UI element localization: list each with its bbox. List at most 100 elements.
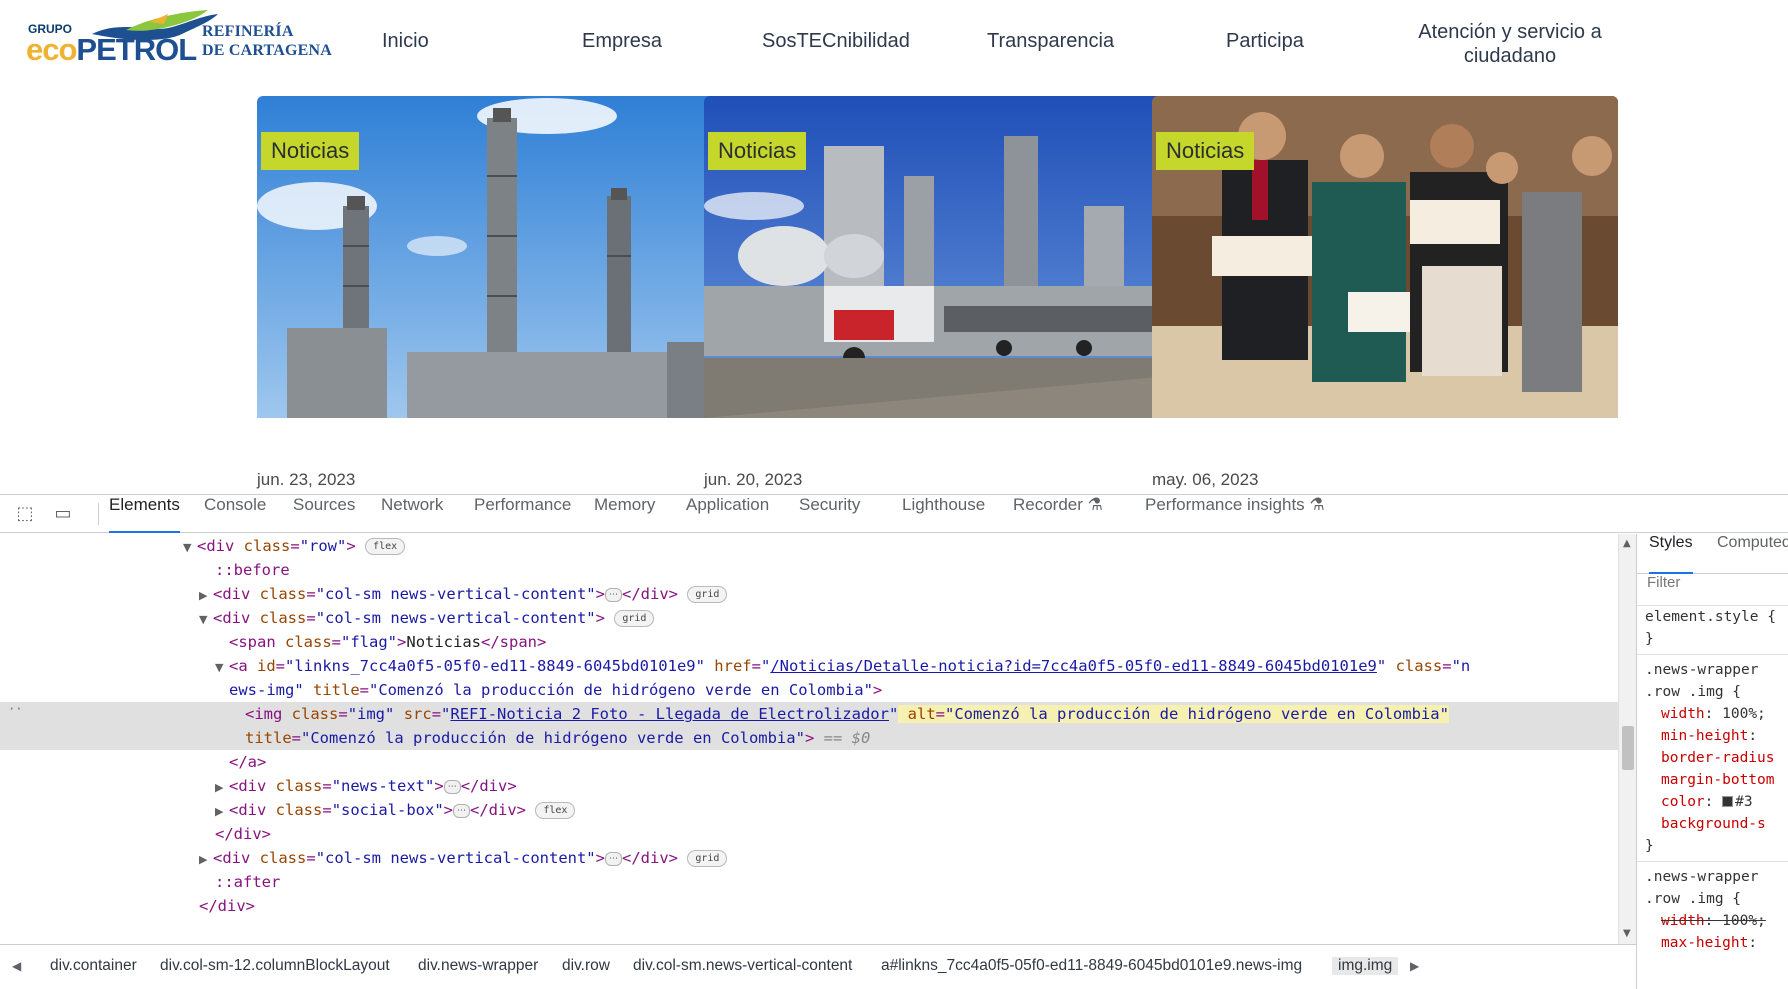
grid-badge[interactable]: grid: [687, 586, 728, 603]
tabbar-divider: [98, 503, 99, 525]
flask-icon: ⚗: [1309, 495, 1325, 514]
expand-triangle-icon[interactable]: ▼: [183, 536, 197, 560]
dom-node-img-selected[interactable]: ·· <img class="img" src="REFI-Noticia 2 F…: [0, 702, 1618, 726]
breadcrumb-item[interactable]: div.col-sm-12.columnBlockLayout: [160, 957, 390, 975]
dom-node-news-text[interactable]: ▶ <div class="news-text"> ⋯ </div>: [0, 774, 1618, 798]
rule-selector[interactable]: .news-wrapper: [1637, 866, 1788, 888]
ellipsis-badge[interactable]: ⋯: [443, 780, 461, 794]
expand-triangle-icon[interactable]: ▶: [199, 584, 213, 608]
tab-security[interactable]: Security: [799, 495, 860, 533]
breadcrumb-item[interactable]: div.news-wrapper: [418, 957, 538, 975]
news-card: Noticias may. 06, 2023: [1152, 96, 1618, 489]
css-prop-value[interactable]: 100%;: [1722, 913, 1766, 929]
dom-node-close-div[interactable]: </div>: [0, 894, 1618, 918]
scroll-thumb[interactable]: [1622, 726, 1634, 770]
nav-transparencia[interactable]: Transparencia: [987, 30, 1114, 53]
breadcrumb-right-arrow-icon[interactable]: ▶: [1410, 959, 1419, 973]
tab-memory[interactable]: Memory: [594, 495, 655, 533]
href-link[interactable]: /Noticias/Detalle-noticia?id=7cc4a0f5-05…: [770, 657, 1377, 675]
dom-node-anchor-cont[interactable]: ews-img" title="Comenzó la producción de…: [0, 678, 1618, 702]
rule-close-brace: }: [1645, 631, 1654, 647]
tab-network[interactable]: Network: [381, 495, 443, 533]
device-toolbar-icon[interactable]: ▭: [52, 504, 74, 524]
tab-recorder[interactable]: Recorder ⚗: [1013, 495, 1103, 533]
tab-console[interactable]: Console: [204, 495, 266, 533]
css-property[interactable]: min-height:: [1637, 725, 1788, 747]
css-rules: element.style { } .news-wrapper .row .im…: [1637, 606, 1788, 954]
breadcrumb-item[interactable]: div.col-sm.news-vertical-content: [633, 957, 852, 975]
expand-triangle-icon[interactable]: ▶: [215, 800, 229, 824]
expand-triangle-icon[interactable]: ▼: [199, 608, 213, 632]
nav-empresa[interactable]: Empresa: [582, 30, 662, 53]
css-property[interactable]: max-height:: [1637, 932, 1788, 954]
pseudo-before[interactable]: ::before: [0, 558, 1618, 582]
flex-badge[interactable]: flex: [365, 538, 406, 555]
expand-triangle-icon[interactable]: ▼: [215, 656, 229, 680]
scroll-down-arrow-icon[interactable]: ▼: [1623, 928, 1631, 939]
dom-node-row[interactable]: ▼ <div class="row"> flex: [0, 534, 1618, 558]
tab-lighthouse[interactable]: Lighthouse: [902, 495, 985, 533]
rule-selector[interactable]: .news-wrapper: [1637, 659, 1788, 681]
dom-node-expanded[interactable]: ▼ <div class="col-sm news-vertical-conten…: [0, 606, 1618, 630]
expand-triangle-icon[interactable]: ▶: [215, 776, 229, 800]
breadcrumb-item-current[interactable]: img.img: [1332, 957, 1399, 975]
nav-inicio[interactable]: Inicio: [382, 30, 429, 53]
dom-node-collapsed[interactable]: ▶ <div class="col-sm news-vertical-conten…: [0, 582, 1618, 606]
dom-node-anchor[interactable]: ▼ <a id="linkns_7cc4a0f5-05f0-ed11-8849-6…: [0, 654, 1618, 678]
dom-node-span[interactable]: <span class="flag">Noticias</span>: [0, 630, 1618, 654]
flex-badge[interactable]: flex: [535, 802, 576, 819]
tab-performance-insights-label: Performance insights: [1145, 495, 1305, 514]
tab-elements[interactable]: Elements: [109, 495, 180, 533]
css-property[interactable]: width: 100%;: [1637, 703, 1788, 725]
ellipsis-badge[interactable]: ⋯: [605, 588, 622, 602]
css-property[interactable]: border-radius: [1637, 747, 1788, 769]
css-property-overridden[interactable]: width: 100%;: [1637, 910, 1788, 932]
breadcrumb-item[interactable]: div.row: [562, 957, 610, 975]
nav-sostecnibilidad[interactable]: SosTECnibilidad: [762, 30, 910, 53]
pseudo-after[interactable]: ::after: [0, 870, 1618, 894]
rule-selector[interactable]: .row .img {: [1637, 681, 1788, 703]
news-date: may. 06, 2023: [1152, 470, 1259, 489]
tab-performance[interactable]: Performance: [474, 495, 571, 533]
color-swatch-icon[interactable]: [1722, 796, 1734, 807]
tab-sources[interactable]: Sources: [293, 495, 355, 533]
styles-tabbar: Styles Computed: [1637, 534, 1788, 574]
alt-value: "Comenzó la producción de hidrógeno verd…: [945, 705, 1449, 723]
tab-performance-insights[interactable]: Performance insights ⚗: [1145, 495, 1325, 533]
tab-styles[interactable]: Styles: [1649, 534, 1693, 574]
tab-computed[interactable]: Computed: [1717, 534, 1788, 574]
selected-marker: == $0: [823, 729, 871, 747]
element-style-selector[interactable]: element.style {: [1637, 606, 1788, 628]
breadcrumb-item[interactable]: div.container: [50, 957, 137, 975]
css-prop-value[interactable]: 100%;: [1722, 706, 1766, 722]
ellipsis-badge[interactable]: ⋯: [453, 804, 471, 818]
dom-node-collapsed[interactable]: ▶ <div class="col-sm news-vertical-conten…: [0, 846, 1618, 870]
grid-badge[interactable]: grid: [687, 850, 728, 867]
dom-node-close-a[interactable]: </a>: [0, 750, 1618, 774]
css-prop-value[interactable]: #3: [1735, 794, 1752, 810]
tab-application[interactable]: Application: [686, 495, 769, 533]
nav-participa[interactable]: Participa: [1226, 30, 1304, 53]
ellipsis-badge[interactable]: ⋯: [605, 852, 622, 866]
rule-selector[interactable]: .row .img {: [1637, 888, 1788, 910]
attr-value: "Comenzó la producción de hidrógeno verd…: [301, 729, 805, 747]
css-property[interactable]: margin-bottom: [1637, 769, 1788, 791]
dom-node-social-box[interactable]: ▶ <div class="social-box"> ⋯ </div> flex: [0, 798, 1618, 822]
grid-badge[interactable]: grid: [614, 610, 655, 627]
scroll-up-arrow-icon[interactable]: ▲: [1623, 538, 1631, 549]
inspect-element-icon[interactable]: ⬚: [14, 504, 36, 524]
styles-filter-input[interactable]: Filter: [1637, 574, 1788, 606]
expand-triangle-icon[interactable]: ▶: [199, 848, 213, 872]
src-link[interactable]: REFI-Noticia 2 Foto - Llegada de Electro…: [450, 705, 889, 723]
dom-tree[interactable]: ▼ <div class="row"> flex ::before ▶ <div c…: [0, 534, 1636, 944]
dom-tree-scrollbar[interactable]: ▲ ▼: [1618, 534, 1636, 944]
css-property[interactable]: color: #3: [1637, 791, 1788, 813]
dom-node-img-cont[interactable]: title="Comenzó la producción de hidrógen…: [0, 726, 1618, 750]
breadcrumb-left-arrow-icon[interactable]: ◀: [12, 959, 21, 973]
breadcrumb-item[interactable]: a#linkns_7cc4a0f5-05f0-ed11-8849-6045bd0…: [881, 957, 1302, 975]
tag-open: <div: [197, 537, 244, 555]
dom-node-close-div[interactable]: </div>: [0, 822, 1618, 846]
css-property[interactable]: background-s: [1637, 813, 1788, 835]
nav-atencion-ciudadano[interactable]: Atención y servicio a ciudadano: [1380, 20, 1640, 68]
rule-divider: [1637, 861, 1788, 862]
